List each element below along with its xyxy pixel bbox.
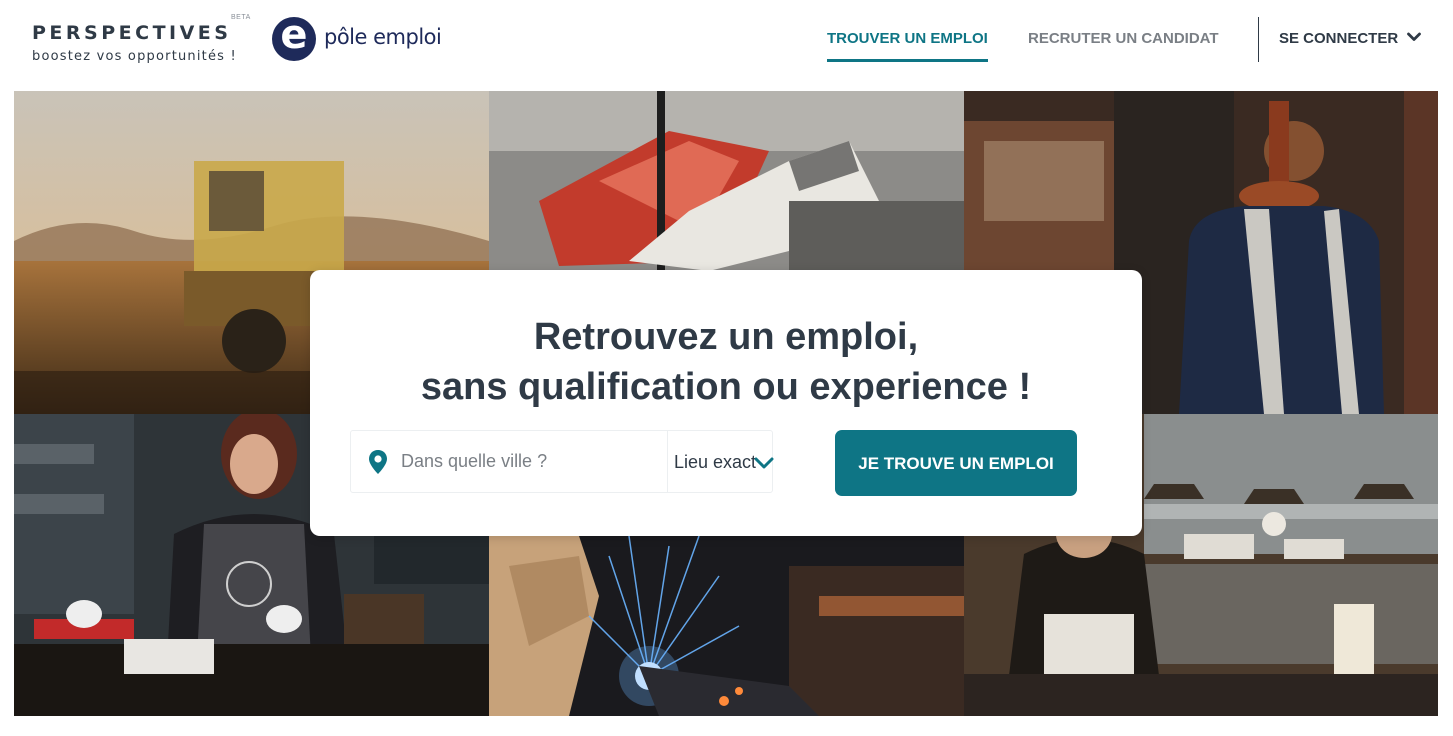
location-search-field: Lieu exact [350, 430, 774, 493]
brand-tagline: boostez vos opportunités ! [32, 49, 237, 64]
find-job-button-label: JE TROUVE UN EMPLOI [858, 454, 1054, 473]
find-job-button[interactable]: JE TROUVE UN EMPLOI [835, 430, 1077, 496]
pole-emploi-logo-text: pôle emploi [324, 25, 442, 49]
welder-sparks-photo [489, 536, 964, 716]
gloved-hand-tool-photo [489, 91, 964, 271]
pole-emploi-logo[interactable]: e pôle emploi [272, 12, 442, 63]
nav-divider [1258, 17, 1259, 62]
nav-find-job[interactable]: TROUVER UN EMPLOI [827, 30, 988, 47]
beta-badge: BETA [231, 14, 251, 21]
nav-active-indicator [827, 59, 988, 62]
connect-menu[interactable]: SE CONNECTER [1279, 30, 1398, 47]
brand-title: PERSPECTIVES [32, 22, 232, 44]
chevron-down-icon [754, 457, 774, 469]
location-mode-select[interactable]: Lieu exact [668, 431, 774, 492]
map-pin-icon [369, 450, 387, 474]
pole-emploi-logo-mark: e [272, 12, 316, 61]
location-mode-value: Lieu exact [674, 452, 757, 472]
job-search-card: Retrouvez un emploi, sans qualification … [310, 270, 1142, 536]
perspectives-logo[interactable]: PERSPECTIVES BETA boostez vos opportunit… [32, 14, 262, 70]
site-header: PERSPECTIVES BETA boostez vos opportunit… [0, 0, 1453, 90]
city-input[interactable] [401, 432, 665, 491]
chevron-down-icon[interactable] [1407, 32, 1421, 42]
hero-title: Retrouvez un emploi, sans qualification … [420, 316, 1032, 408]
nav-recruit[interactable]: RECRUTER UN CANDIDAT [1028, 30, 1219, 47]
